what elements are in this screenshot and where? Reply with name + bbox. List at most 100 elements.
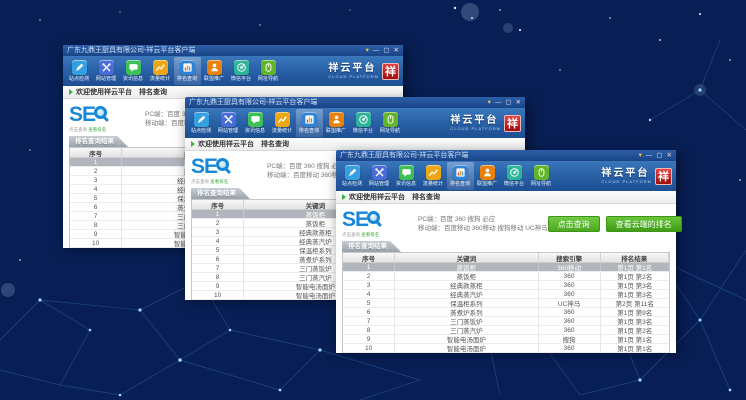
toolbar-item-2[interactable]: 资讯信息 [242, 109, 269, 137]
site-monitor-icon [194, 112, 209, 127]
table-cell: 搜狗 [539, 335, 601, 343]
table-row[interactable]: 4经典蒸汽炉360第1页 第3名 [343, 290, 669, 299]
table-row[interactable]: 3经典款蒸柜360第1页 第3名 [343, 281, 669, 290]
toolbar-item-0[interactable]: 站点检测 [66, 57, 93, 85]
site-manage-icon [99, 60, 114, 75]
close-button[interactable]: ✕ [516, 99, 521, 107]
toolbar-item-0[interactable]: 站点检测 [339, 162, 366, 190]
table-cell: UC神马 [539, 299, 601, 307]
table-cell: 360 [539, 326, 601, 334]
tab-ranking-results[interactable]: 排名查询结果 [342, 241, 401, 252]
table-row[interactable]: 2蒸饭柜360第1页 第2名 [343, 272, 669, 281]
close-button[interactable]: ✕ [394, 47, 399, 55]
table-row[interactable]: 10智能电汤面炉360第1页 第1名 [343, 344, 669, 353]
toolbar-item-1[interactable]: 网站管理 [215, 109, 242, 137]
table-cell: 三门蒸饭炉 [395, 317, 538, 325]
table-row[interactable]: 8三门蒸汽炉360第1页 第2名 [343, 326, 669, 335]
seo-logo: SE 点击查询 查看排名 [69, 105, 141, 133]
table-cell: 6 [343, 308, 395, 316]
breadcrumb-page: 排名查询 [139, 87, 167, 97]
ranking-chart-icon [180, 60, 195, 75]
toolbar-item-label: 资讯信息 [245, 128, 265, 134]
tab-ranking-results[interactable]: 排名查询结果 [191, 188, 250, 199]
toolbar-item-1[interactable]: 网站管理 [93, 57, 120, 85]
toolbar-item-label: 网站管理 [96, 76, 116, 82]
toolbar-item-3[interactable]: 流量统计 [147, 57, 174, 85]
traffic-chart-icon [426, 165, 441, 180]
toolbar-item-6[interactable]: 微信平台 [501, 162, 528, 190]
desktop-background: 广东九鼎王厨具有限公司-祥云平台客户端 ▾ — ▢ ✕ 站点检测网站管理资讯信息… [0, 0, 746, 400]
table-row[interactable]: 6蒸煮炉系列360第1页 第9名 [343, 308, 669, 317]
window-title: 广东九鼎王厨具有限公司-祥云平台客户端 [67, 45, 195, 56]
toolbar-item-label: 资讯信息 [396, 181, 416, 187]
tab-ranking-results[interactable]: 排名查询结果 [69, 136, 128, 147]
toolbar-item-2[interactable]: 资讯信息 [120, 57, 147, 85]
toolbar-item-label: 网址导航 [258, 76, 278, 82]
radar-icon [356, 112, 371, 127]
maximize-button[interactable]: ▢ [656, 152, 662, 160]
ranking-chart-icon [453, 165, 468, 180]
table-cell: 7 [192, 264, 244, 272]
toolbar-item-7[interactable]: 网址导航 [255, 57, 282, 85]
window-titlebar[interactable]: 广东九鼎王厨具有限公司-祥云平台客户端 ▾ — ▢ ✕ [63, 45, 403, 56]
toolbar-item-5[interactable]: 联盟推广 [474, 162, 501, 190]
window-title: 广东九鼎王厨具有限公司-祥云平台客户端 [189, 97, 317, 108]
toolbar-item-2[interactable]: 资讯信息 [393, 162, 420, 190]
toolbar-item-label: 网站管理 [218, 128, 238, 134]
table-row[interactable]: 1蒸饭柜360移动第1页 第1名 [343, 263, 669, 272]
maximize-button[interactable]: ▢ [505, 99, 511, 107]
table-cell: 9 [70, 230, 122, 238]
table-cell: 10 [343, 344, 395, 352]
window-titlebar[interactable]: 广东九鼎王厨具有限公司-祥云平台客户端 ▾ — ▢ ✕ [336, 150, 676, 161]
minimize-button[interactable]: — [495, 99, 502, 107]
close-button[interactable]: ✕ [667, 152, 672, 160]
table-cell: 蒸饭柜 [395, 263, 538, 271]
table-cell: 360 [539, 290, 601, 298]
column-header: 序号 [192, 200, 244, 209]
brand-name: 祥云平台 [328, 64, 379, 74]
toolbar-item-5[interactable]: 联盟推广 [323, 109, 350, 137]
brand-subtitle: CLOUD PLATFORM [601, 179, 652, 184]
site-manage-icon [372, 165, 387, 180]
toolbar-items: 站点检测网站管理资讯信息流量统计排名查询联盟推广微信平台网址导航 [339, 162, 599, 190]
table-row[interactable]: 9智能电汤面炉搜狗第1页 第1名 [343, 335, 669, 344]
table-row[interactable]: 5保温柜系列UC神马第2页 第11名 [343, 299, 669, 308]
toolbar-item-6[interactable]: 微信平台 [350, 109, 377, 137]
toolbar-item-6[interactable]: 微信平台 [228, 57, 255, 85]
ranking-chart-icon [302, 112, 317, 127]
main-toolbar: 站点检测网站管理资讯信息流量统计排名查询联盟推广微信平台网址导航 祥云平台 CL… [63, 56, 403, 86]
table-cell: 360 [539, 308, 601, 316]
toolbar-item-label: 排名查询 [450, 181, 470, 187]
maximize-button[interactable]: ▢ [383, 47, 389, 55]
toolbar-item-label: 站点检测 [342, 181, 362, 187]
skin-icon[interactable]: ▾ [639, 152, 642, 160]
toolbar-item-5[interactable]: 联盟推广 [201, 57, 228, 85]
skin-icon[interactable]: ▾ [488, 99, 491, 107]
toolbar-item-3[interactable]: 流量统计 [269, 109, 296, 137]
toolbar-item-0[interactable]: 站点检测 [188, 109, 215, 137]
toolbar-item-4[interactable]: 排名查询 [296, 109, 323, 137]
minimize-button[interactable]: — [646, 152, 653, 160]
toolbar-item-4[interactable]: 排名查询 [174, 57, 201, 85]
skin-icon[interactable]: ▾ [366, 47, 369, 55]
table-cell: 7 [343, 317, 395, 325]
view-cloud-ranking-button[interactable]: 查看云端的排名 [606, 216, 682, 232]
minimize-button[interactable]: — [373, 47, 380, 55]
column-header: 关键词 [395, 253, 538, 262]
toolbar-item-1[interactable]: 网站管理 [366, 162, 393, 190]
toolbar-item-7[interactable]: 网址导航 [528, 162, 555, 190]
toolbar-item-3[interactable]: 流量统计 [420, 162, 447, 190]
traffic-chart-icon [153, 60, 168, 75]
toolbar-item-7[interactable]: 网址导航 [377, 109, 404, 137]
table-cell: 第1页 第2名 [601, 272, 669, 280]
toolbar-item-label: 资讯信息 [123, 76, 143, 82]
table-row[interactable]: 7三门蒸饭炉360第1页 第3名 [343, 317, 669, 326]
query-button[interactable]: 点击查询 [548, 216, 600, 232]
window-controls: ▾ — ▢ ✕ [366, 47, 399, 55]
table-cell: 经典款蒸柜 [395, 281, 538, 289]
site-manage-icon [221, 112, 236, 127]
toolbar-item-label: 微信平台 [231, 76, 251, 82]
table-cell: 360 [539, 317, 601, 325]
toolbar-item-4[interactable]: 排名查询 [447, 162, 474, 190]
window-titlebar[interactable]: 广东九鼎王厨具有限公司-祥云平台客户端 ▾ — ▢ ✕ [185, 97, 525, 108]
